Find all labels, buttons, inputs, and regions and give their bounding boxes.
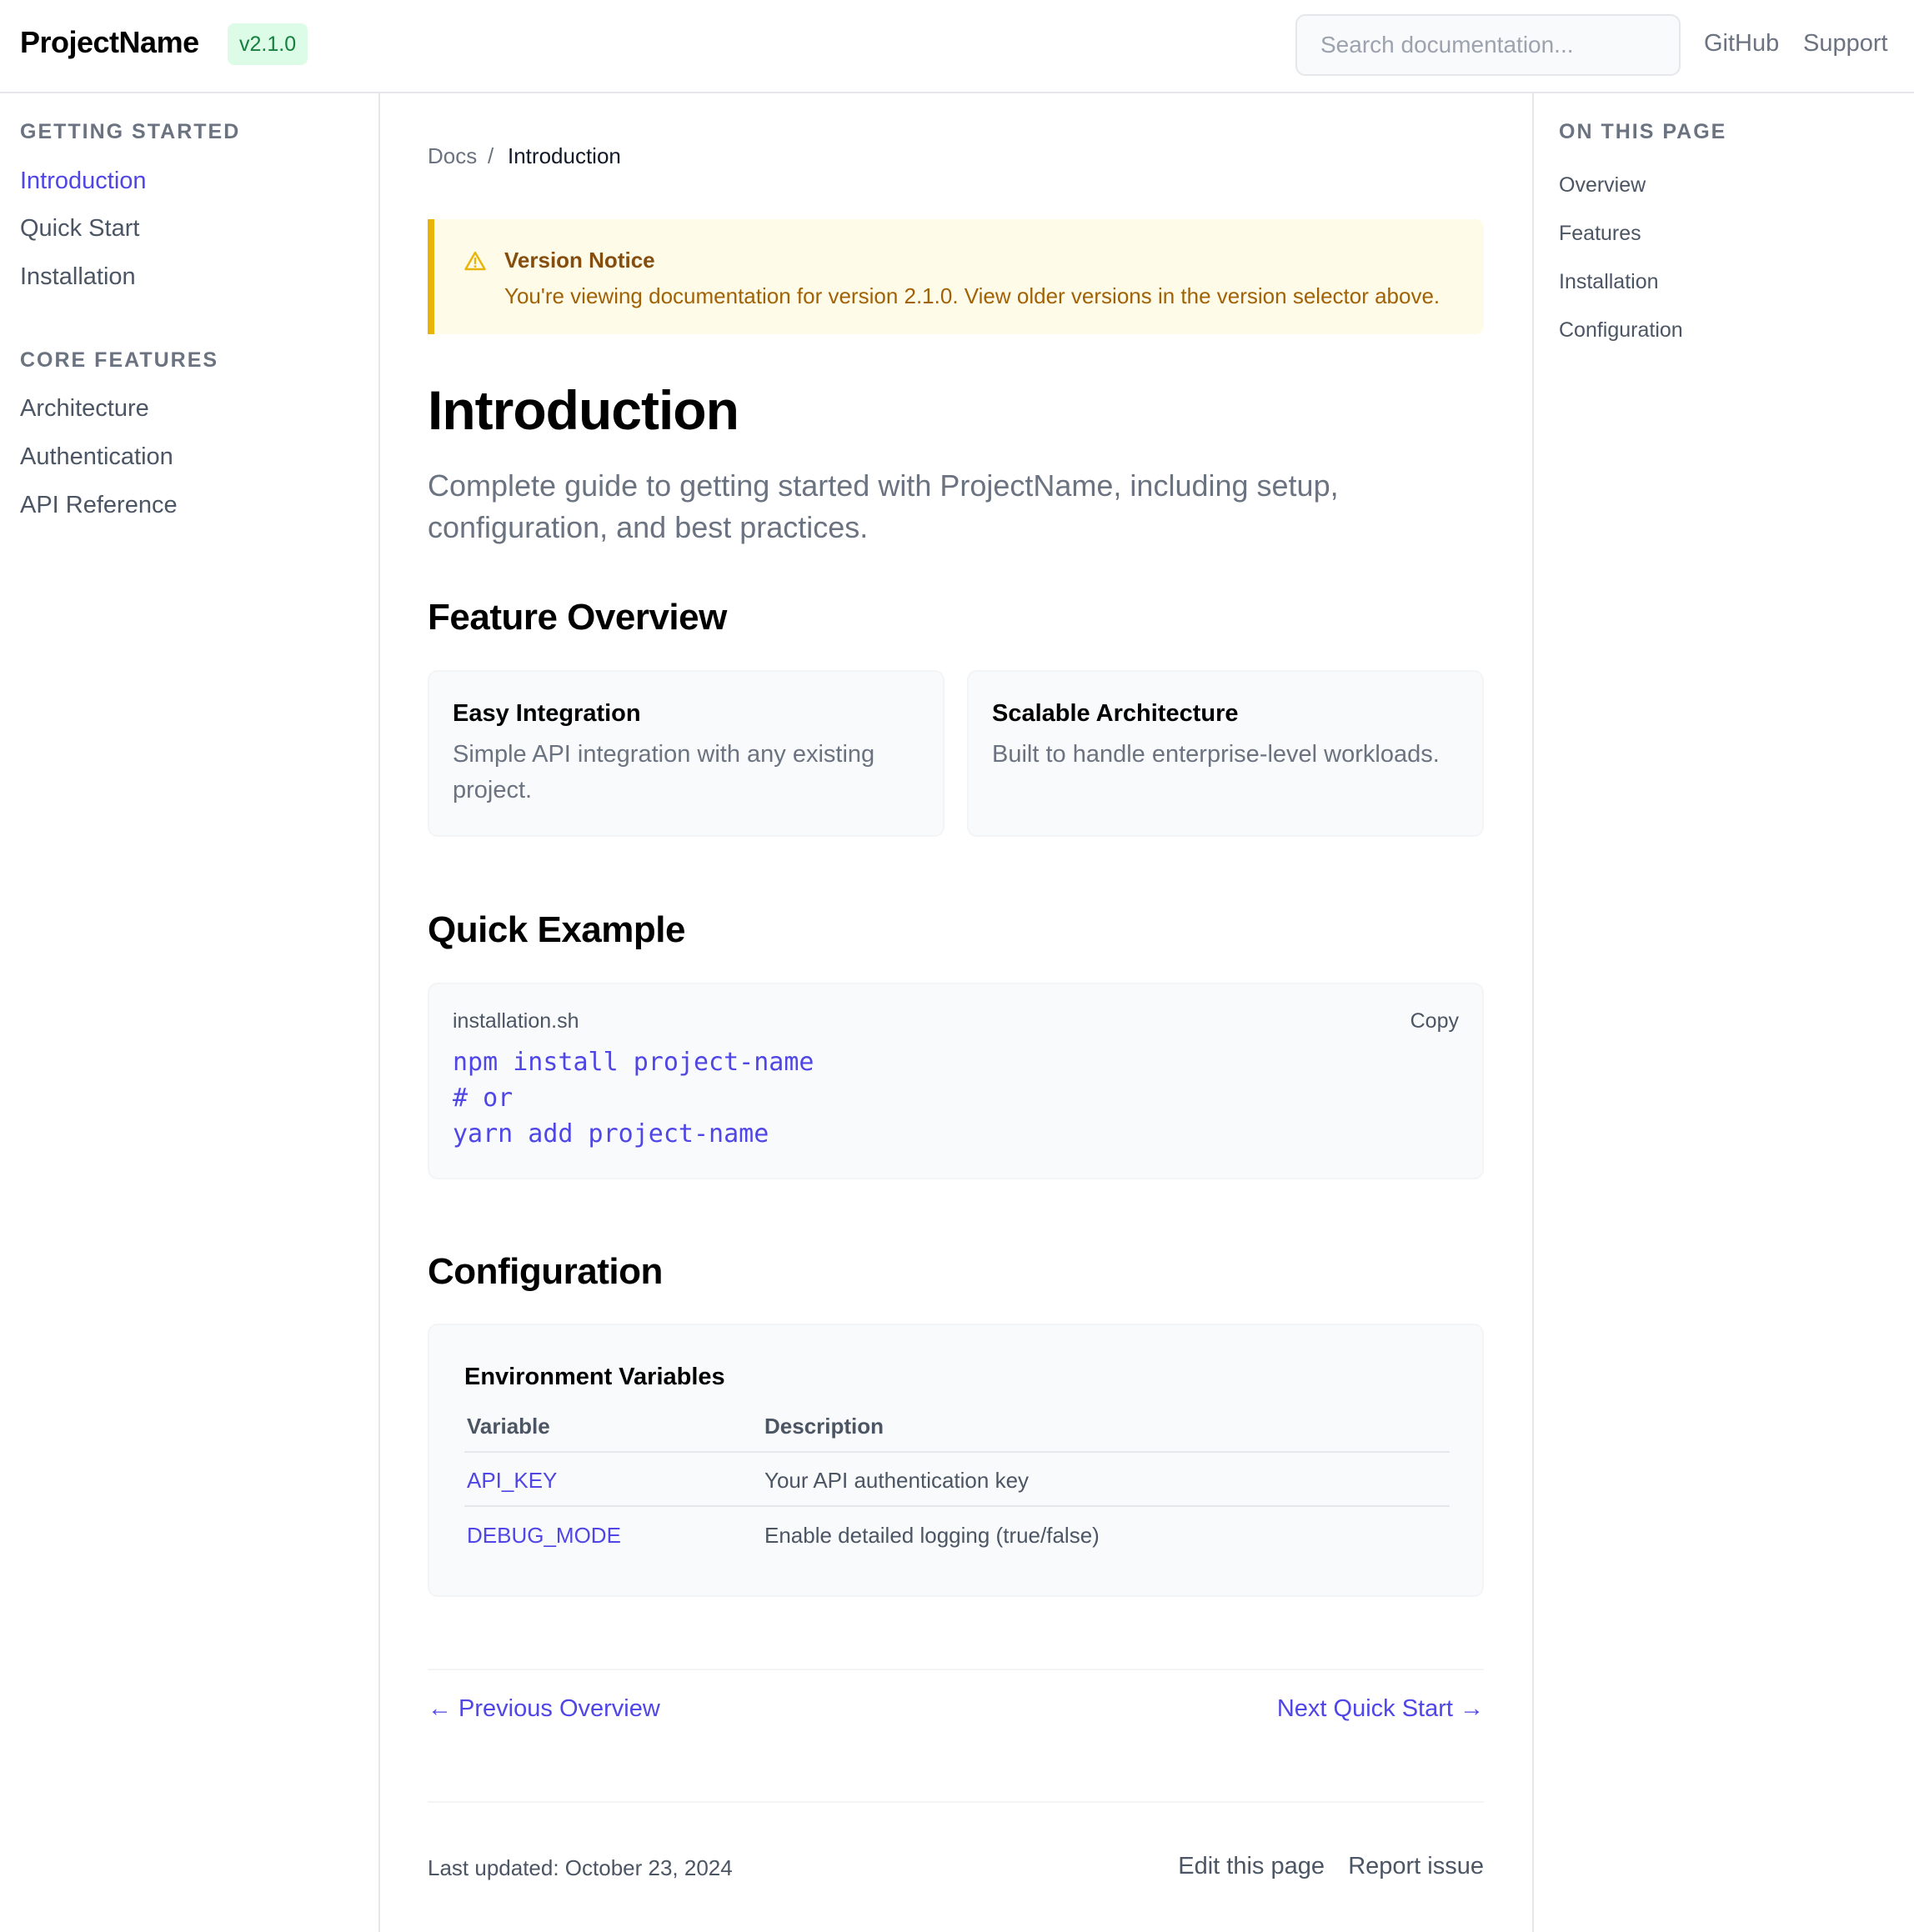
env-variables-panel: Environment Variables Variable Descripti… — [428, 1324, 1484, 1597]
breadcrumb-docs[interactable]: Docs — [428, 143, 477, 169]
breadcrumb-current: Introduction — [508, 143, 621, 168]
heading-configuration: Configuration — [428, 1251, 663, 1292]
sidebar-item-introduction[interactable]: Introduction — [20, 168, 147, 195]
previous-page-link[interactable]: ← Previous Overview — [428, 1695, 660, 1723]
sidebar-item-api-reference[interactable]: API Reference — [20, 492, 178, 519]
sidebar-item-authentication[interactable]: Authentication — [20, 443, 173, 471]
breadcrumb-separator: / — [488, 143, 494, 168]
heading-feature-overview: Feature Overview — [428, 597, 727, 638]
notice-text: You're viewing documentation for version… — [504, 283, 1441, 308]
env-variable-description: Your API authentication key — [764, 1468, 1030, 1493]
page-title: Introduction — [428, 379, 739, 441]
code-line: npm install project-name — [453, 1048, 814, 1077]
env-variable-description: Enable detailed logging (true/false) — [764, 1523, 1100, 1548]
feature-card-title: Scalable Architecture — [992, 700, 1239, 727]
search-input[interactable] — [1295, 14, 1681, 76]
env-variable-name: API_KEY — [467, 1468, 558, 1493]
sidebar-heading-getting-started: GETTING STARTED — [20, 120, 241, 143]
toc-item-features[interactable]: Features — [1559, 222, 1641, 246]
edit-page-link[interactable]: Edit this page — [1178, 1853, 1325, 1880]
sidebar-item-quick-start[interactable]: Quick Start — [20, 215, 139, 243]
version-notice: Version Notice You're viewing documentat… — [428, 219, 1484, 334]
toc-item-overview[interactable]: Overview — [1559, 173, 1646, 198]
feature-card-easy-integration: Easy Integration Simple API integration … — [428, 670, 944, 837]
top-header: ProjectName v2.1.0 GitHub Support — [0, 0, 1914, 93]
github-link[interactable]: GitHub — [1704, 30, 1779, 58]
version-badge[interactable]: v2.1.0 — [228, 23, 308, 65]
env-table-title: Environment Variables — [464, 1364, 725, 1390]
feature-card-scalable-architecture: Scalable Architecture Built to handle en… — [967, 670, 1484, 837]
code-block: installation.sh Copy npm install project… — [428, 983, 1484, 1179]
brand-logo-text[interactable]: ProjectName — [20, 25, 199, 60]
page-lead: Complete guide to getting started with P… — [428, 468, 1339, 544]
code-filename: installation.sh — [453, 1009, 579, 1033]
report-issue-link[interactable]: Report issue — [1348, 1853, 1484, 1880]
feature-card-title: Easy Integration — [453, 700, 641, 727]
sidebar-nav: GETTING STARTED Introduction Quick Start… — [0, 93, 380, 1932]
on-this-page-nav: ON THIS PAGE Overview Features Installat… — [1532, 93, 1914, 1932]
toc-heading: ON THIS PAGE — [1559, 120, 1727, 143]
sidebar-item-architecture[interactable]: Architecture — [20, 395, 149, 423]
last-updated: Last updated: October 23, 2024 — [428, 1855, 733, 1880]
code-line: # or — [453, 1084, 514, 1113]
sidebar-heading-core-features: CORE FEATURES — [20, 348, 219, 372]
table-divider — [464, 1451, 1450, 1453]
column-header-description: Description — [764, 1414, 884, 1439]
copy-button[interactable]: Copy — [1410, 1009, 1459, 1034]
feature-card-desc: Simple API integration with any existing… — [453, 741, 875, 803]
column-header-variable: Variable — [467, 1414, 550, 1439]
heading-quick-example: Quick Example — [428, 909, 685, 950]
toc-item-configuration[interactable]: Configuration — [1559, 318, 1683, 343]
notice-title: Version Notice — [504, 248, 655, 273]
toc-item-installation[interactable]: Installation — [1559, 270, 1659, 294]
table-divider — [464, 1505, 1450, 1507]
env-variable-name: DEBUG_MODE — [467, 1523, 621, 1548]
feature-card-desc: Built to handle enterprise-level workloa… — [992, 741, 1440, 768]
warning-icon — [464, 251, 486, 275]
pager-divider — [428, 1669, 1484, 1670]
support-link[interactable]: Support — [1803, 30, 1888, 58]
code-line: yarn add project-name — [453, 1119, 769, 1149]
sidebar-item-installation[interactable]: Installation — [20, 263, 136, 291]
footer-divider — [428, 1801, 1484, 1803]
next-page-link[interactable]: Next Quick Start → — [1277, 1695, 1484, 1723]
